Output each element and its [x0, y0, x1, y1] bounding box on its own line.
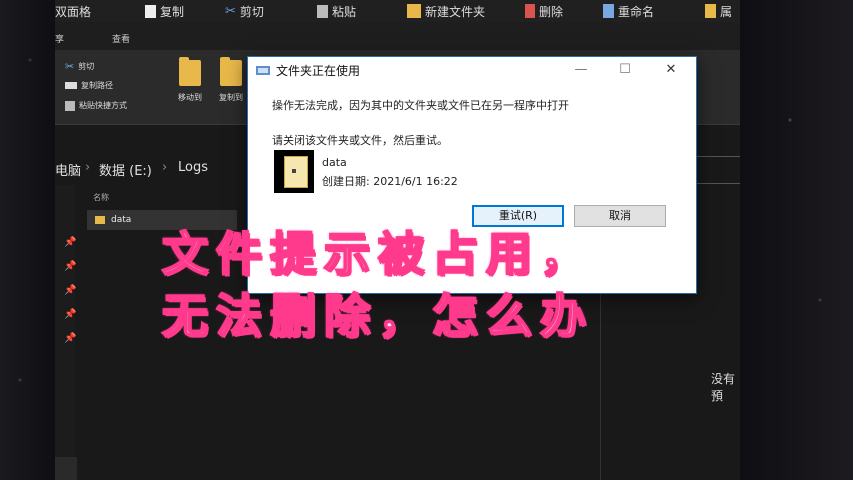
paste-toolbar-button[interactable]: 粘贴 [317, 0, 356, 22]
cut-toolbar-button[interactable]: ✂ 剪切 [225, 0, 264, 22]
folder-app-icon [256, 66, 270, 75]
pin-icon: 📌 [64, 309, 77, 320]
column-header-name[interactable]: 名称 [93, 192, 109, 203]
pin-icon: 📌 [64, 237, 77, 248]
new-folder-toolbar-button[interactable]: 新建文件夹 [407, 0, 485, 22]
dialog-message: 操作无法完成，因为其中的文件夹或文件已在另一程序中打开 [272, 99, 569, 112]
delete-toolbar-button[interactable]: 删除 [525, 0, 563, 22]
navigation-pane: 📌 📌 📌 📌 📌 [55, 185, 77, 480]
move-to-button[interactable]: 移动到 [172, 57, 208, 103]
caption-line-1: 文件提示被占用， [161, 226, 594, 282]
dialog-title: 文件夹正在使用 [276, 64, 361, 78]
maximize-button[interactable]: ☐ [608, 57, 642, 83]
folder-icon [407, 4, 421, 18]
pin-icon: 📌 [64, 333, 77, 344]
breadcrumb-computer[interactable]: 电脑 [55, 160, 81, 179]
copy-path-button[interactable]: 复制路径 [65, 80, 113, 91]
caption-line-2: 无法删除，怎么办 [161, 288, 594, 344]
scissors-icon: ✂ [225, 3, 236, 19]
copy-to-button[interactable]: 复制到 [213, 57, 249, 103]
dialog-instruction: 请关闭该文件夹或文件，然后重试。 [272, 134, 448, 147]
pin-icon: 📌 [64, 261, 77, 272]
pin-icon: 📌 [64, 285, 77, 296]
dialog-titlebar: 文件夹正在使用 — ☐ ✕ [248, 57, 696, 83]
copy-toolbar-button[interactable]: 复制 [145, 0, 184, 22]
file-name: data [322, 156, 347, 169]
folder-copy-icon [220, 57, 242, 86]
copy-path-icon [65, 82, 77, 89]
minimize-button[interactable]: — [564, 57, 598, 83]
file-created-date: 创建日期: 2021/6/1 16:22 [322, 175, 458, 188]
tab-view[interactable]: 查看 [112, 32, 130, 45]
close-button[interactable]: ✕ [654, 57, 688, 83]
chevron-right-icon: › [162, 160, 168, 175]
tab-share[interactable]: 享 [55, 32, 64, 45]
file-thumbnail [274, 150, 314, 193]
paste-shortcut-button[interactable]: 粘贴快捷方式 [65, 100, 127, 111]
delete-icon [525, 4, 535, 18]
cut-button[interactable]: ✂ 剪切 [65, 60, 94, 73]
folder-icon [95, 216, 105, 224]
breadcrumb-drive[interactable]: 数据 (E:) [99, 160, 152, 179]
folder-move-icon [179, 57, 201, 86]
rename-icon [603, 4, 614, 18]
ribbon-tabs: 享 查看 [55, 22, 740, 50]
preview-pane-text: 没有預 [711, 372, 736, 403]
folder-icon [284, 156, 308, 188]
properties-icon [705, 4, 716, 18]
paste-icon [317, 4, 328, 18]
toolbar-item-1[interactable]: 双面格 [55, 0, 91, 22]
quick-toolbar: 双面格 复制 ✂ 剪切 粘贴 新建文件夹 删除 重命名 属 [55, 0, 740, 22]
status-corner [55, 457, 77, 480]
properties-toolbar-button[interactable]: 属 [705, 0, 732, 22]
paste-shortcut-icon [65, 100, 75, 111]
copy-icon [145, 4, 156, 18]
rename-toolbar-button[interactable]: 重命名 [603, 0, 654, 22]
scissors-icon: ✂ [65, 60, 75, 73]
chevron-right-icon: › [85, 160, 91, 175]
breadcrumb-folder[interactable]: Logs [178, 160, 208, 175]
